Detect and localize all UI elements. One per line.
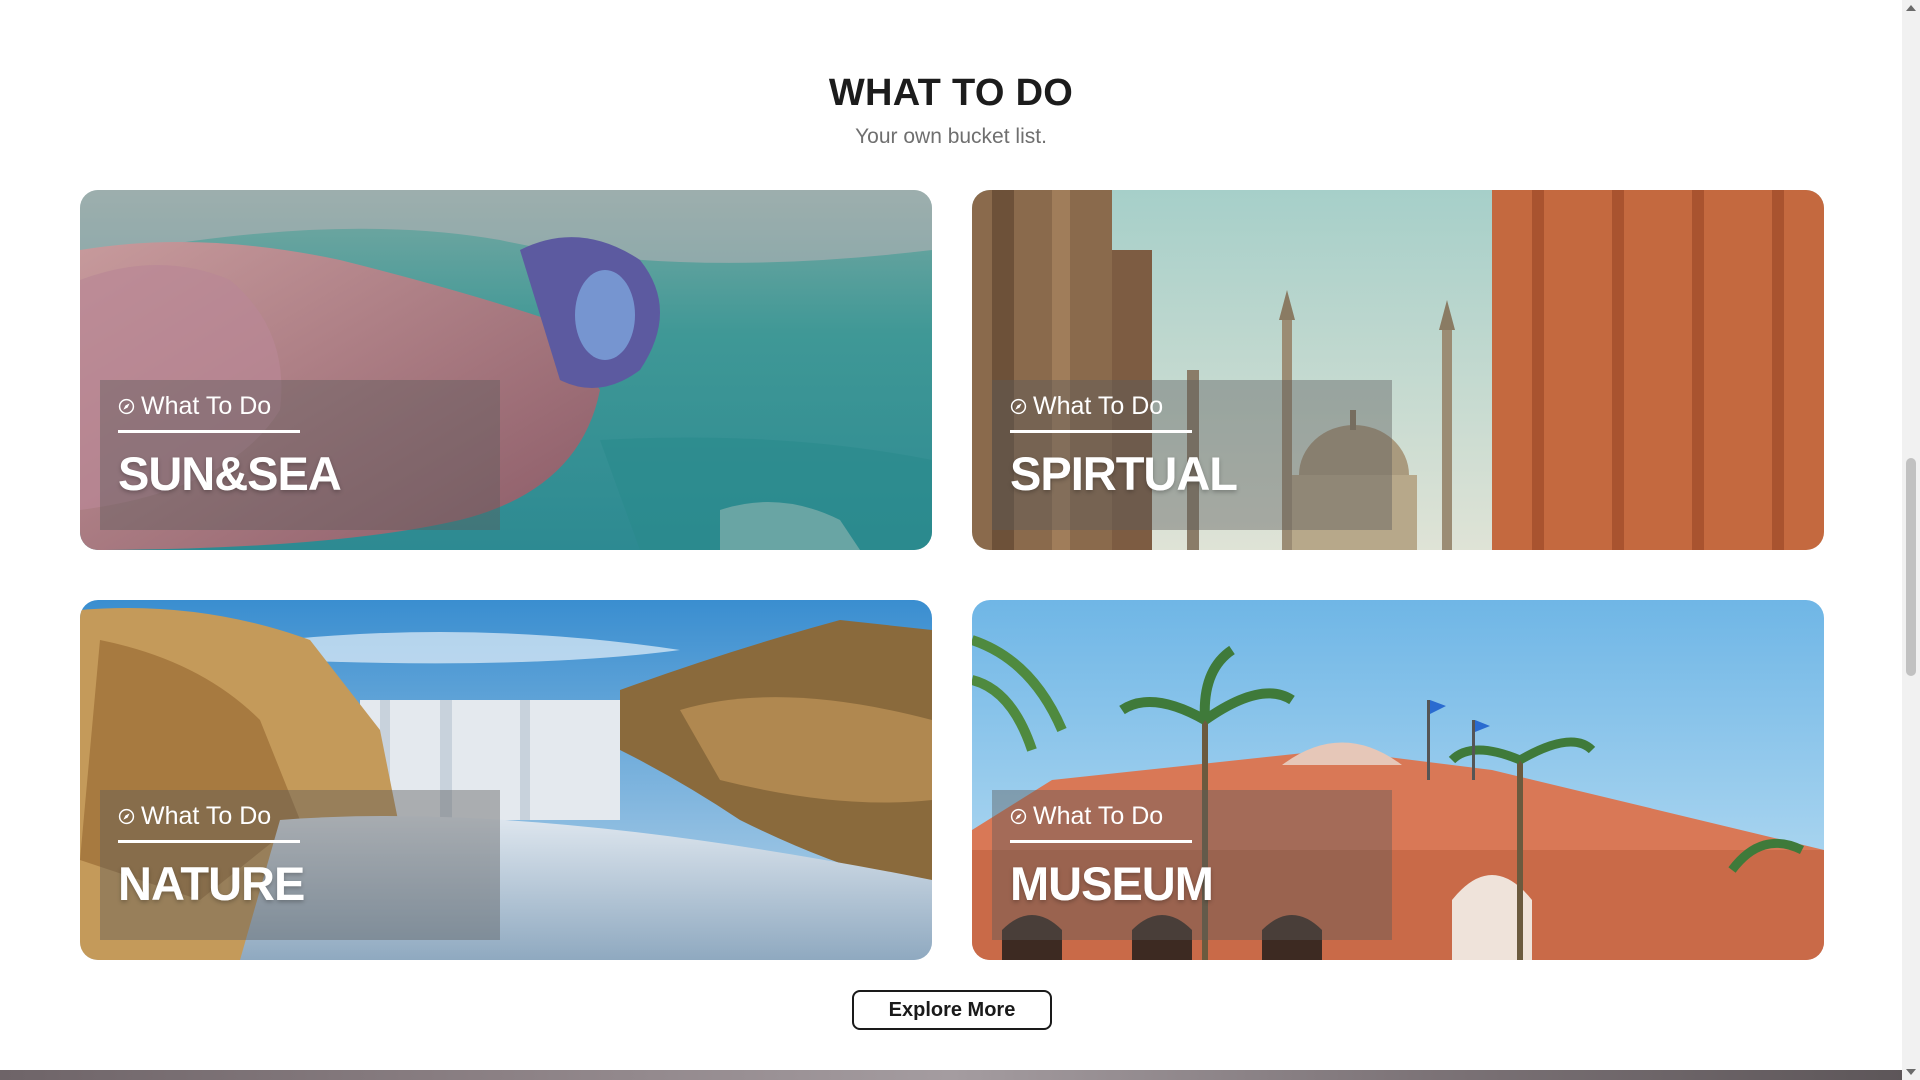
compass-icon [118, 808, 135, 825]
card-kicker: What To Do [118, 802, 271, 831]
section-title: WHAT TO DO [828, 72, 1074, 114]
kicker-underline [1010, 840, 1192, 843]
scrollbar-thumb[interactable] [1906, 458, 1916, 676]
card-museum[interactable]: What To Do MUSEUM [972, 600, 1824, 960]
card-kicker-label: What To Do [141, 802, 272, 830]
scroll-up-arrow-icon[interactable] [1906, 5, 1916, 11]
card-sun-sea[interactable]: What To Do SUN&SEA [80, 190, 932, 550]
kicker-underline [118, 430, 300, 433]
compass-icon [1010, 808, 1027, 825]
compass-icon [1010, 398, 1027, 415]
card-title: SPIRTUAL [1010, 447, 1238, 500]
card-nature[interactable]: What To Do NATURE [80, 600, 932, 960]
compass-icon [118, 398, 135, 415]
card-kicker: What To Do [1010, 392, 1163, 421]
what-to-do-page: WHAT TO DO Your own bucket list. What To… [0, 0, 1920, 1080]
card-kicker: What To Do [118, 392, 271, 421]
card-title: MUSEUM [1010, 857, 1214, 910]
explore-more-button[interactable]: Explore More [852, 990, 1052, 1030]
section-subtitle: Your own bucket list. [855, 125, 1047, 148]
card-kicker-label: What To Do [1033, 392, 1164, 420]
page-scrollbar[interactable] [1902, 0, 1920, 1080]
card-kicker-label: What To Do [141, 392, 272, 420]
card-title: SUN&SEA [118, 447, 342, 500]
card-title: NATURE [118, 857, 305, 910]
card-kicker: What To Do [1010, 802, 1163, 831]
scroll-down-arrow-icon[interactable] [1906, 1069, 1916, 1075]
kicker-underline [118, 840, 300, 843]
kicker-underline [1010, 430, 1192, 433]
next-section-image-edge [0, 1070, 1902, 1080]
card-caption-box: What To Do SPIRTUAL [992, 380, 1392, 530]
card-kicker-label: What To Do [1033, 802, 1164, 830]
card-spiritual[interactable]: What To Do SPIRTUAL [972, 190, 1824, 550]
card-caption-box: What To Do NATURE [100, 790, 500, 940]
card-caption-box: What To Do SUN&SEA [100, 380, 500, 530]
card-caption-box: What To Do MUSEUM [992, 790, 1392, 940]
